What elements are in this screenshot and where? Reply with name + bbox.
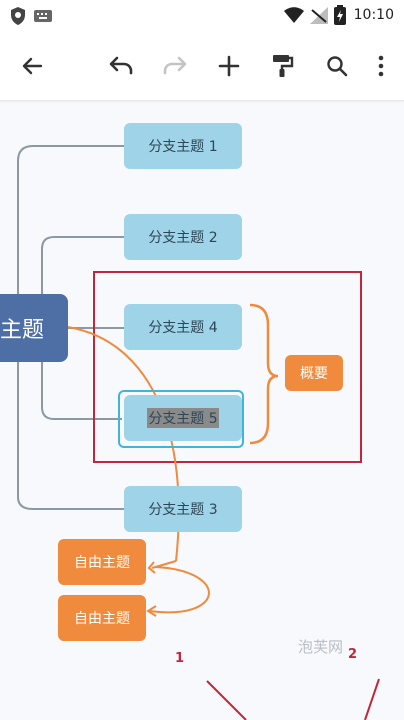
watermark: 泡芙网 [298, 638, 344, 656]
add-icon [218, 55, 240, 77]
central-topic-label: 主题 [0, 318, 45, 343]
annotation-marker-1: 1 [175, 651, 185, 666]
summary-topic-label: 概要 [300, 366, 328, 382]
branch-topic-2[interactable]: 分支主题 2 [124, 214, 242, 260]
branch-topic-label: 分支主题 2 [148, 230, 218, 246]
format-paint-button[interactable] [266, 49, 300, 83]
mindmap-canvas[interactable]: 主题 分支主题 1 分支主题 2 分支主题 4 分支主题 5 分支主题 3 概要… [0, 101, 404, 720]
status-time: 10:10 [353, 7, 394, 23]
add-button[interactable] [212, 49, 246, 83]
search-icon [327, 56, 348, 77]
back-arrow-icon [22, 57, 43, 75]
keyboard-icon [34, 10, 52, 22]
battery-icon [334, 5, 346, 25]
back-button[interactable] [15, 49, 49, 83]
branch-topic-3[interactable]: 分支主题 3 [124, 486, 242, 532]
undo-button[interactable] [104, 49, 138, 83]
summary-topic[interactable]: 概要 [285, 355, 343, 391]
redo-icon [163, 56, 187, 75]
free-topic-1[interactable]: 自由主题 [58, 539, 146, 585]
branch-topic-1[interactable]: 分支主题 1 [124, 123, 242, 169]
free-topic-label: 自由主题 [74, 611, 130, 627]
branch-topic-label: 分支主题 1 [148, 139, 218, 155]
status-bar: 10:10 [0, 0, 404, 32]
branch-topic-4[interactable]: 分支主题 4 [124, 304, 242, 350]
central-topic[interactable]: 主题 [0, 294, 68, 362]
free-topic-label: 自由主题 [74, 555, 130, 571]
branch-topic-label: 分支主题 3 [148, 502, 218, 518]
redo-button[interactable] [158, 49, 192, 83]
toolbar [0, 32, 404, 101]
wifi-icon [284, 7, 304, 23]
undo-icon [109, 56, 133, 75]
branch-topic-label-selected: 分支主题 5 [147, 408, 219, 428]
shield-icon [11, 7, 25, 25]
more-vert-icon [378, 55, 384, 77]
annotation-marker-2: 2 [348, 647, 358, 662]
branch-topic-label: 分支主题 4 [148, 320, 218, 336]
search-button[interactable] [320, 49, 354, 83]
more-options-button[interactable] [364, 49, 398, 83]
signal-icon [310, 7, 328, 24]
format-paint-icon [273, 55, 294, 77]
free-topic-2[interactable]: 自由主题 [58, 595, 146, 641]
branch-topic-5[interactable]: 分支主题 5 [124, 395, 242, 441]
